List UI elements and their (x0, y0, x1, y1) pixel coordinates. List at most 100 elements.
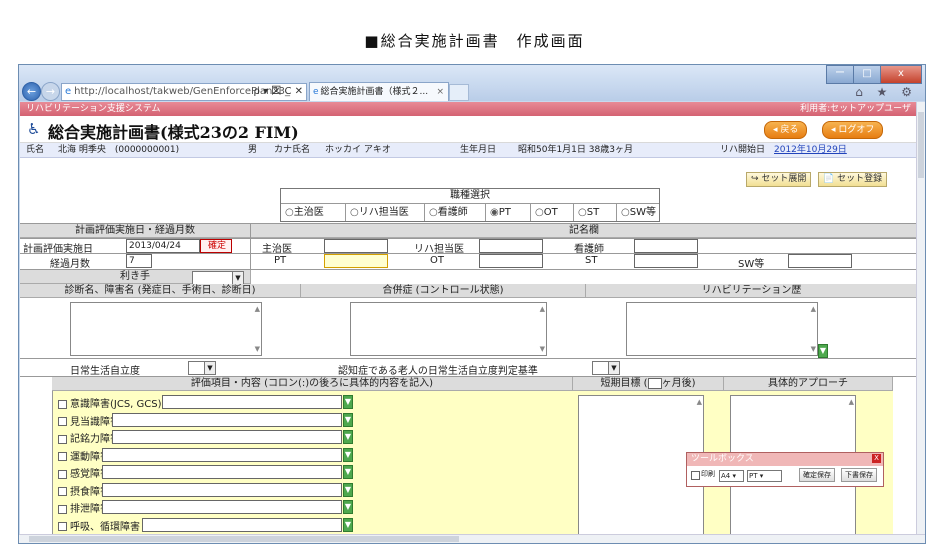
rehab-start-label: リハ開始日 (720, 145, 766, 155)
document-title: ■総合実施計画書 作成画面 (364, 32, 585, 50)
eval-item-checkbox[interactable] (58, 504, 67, 514)
rehab-history-header: リハビリテーション歴 (586, 284, 917, 298)
template-down-icon[interactable]: ▼ (343, 517, 353, 532)
sw-label: SW等 (738, 259, 765, 270)
horizontal-scrollbar[interactable] (19, 534, 925, 543)
job-select-header: 職種選択 (281, 189, 659, 204)
radio-icon: ○ (285, 207, 294, 218)
handedness-select[interactable]: ▼ (192, 271, 244, 285)
eval-item-input[interactable] (162, 395, 342, 409)
eval-date-input[interactable]: 2013/04/24 (126, 239, 200, 253)
eval-item-input[interactable] (102, 465, 342, 479)
vertical-scrollbar[interactable] (916, 102, 925, 535)
toolbox-close-icon[interactable]: X (872, 454, 881, 463)
scroll-up-icon: ▲ (848, 398, 854, 406)
template-down-icon[interactable]: ▼ (818, 344, 828, 358)
minimize-button[interactable]: ー (826, 65, 854, 84)
paper-value: A4 (721, 472, 731, 480)
template-down-icon[interactable]: ▼ (343, 465, 353, 479)
set-expand-button[interactable]: ↪ セット展開 (746, 172, 812, 187)
maximize-button[interactable]: □ (853, 65, 881, 84)
ot-label: OT (430, 255, 444, 266)
job-option-radio[interactable]: ○リハ担当医 (346, 204, 425, 221)
role-select[interactable]: PT ▾ (747, 470, 782, 482)
eval-item-checkbox[interactable] (58, 399, 67, 409)
independence-select[interactable]: ▼ (188, 361, 216, 375)
template-down-icon[interactable]: ▼ (343, 447, 353, 462)
paper-select[interactable]: A4 ▾ (719, 470, 744, 482)
job-option-radio[interactable]: ○ST (574, 204, 617, 221)
browser-toolbar-icons[interactable]: ⌂ ★ ⚙ (855, 85, 917, 99)
job-option-label: SW等 (629, 207, 656, 218)
eval-item-checkbox[interactable] (58, 522, 67, 531)
job-option-radio[interactable]: ○主治医 (281, 204, 346, 221)
eval-item-checkbox[interactable] (58, 434, 67, 444)
st-label: ST (585, 255, 598, 266)
ot-input[interactable] (479, 254, 543, 268)
new-tab-button[interactable] (449, 84, 469, 101)
rehab-history-textarea[interactable]: ▲ ▼ (626, 302, 818, 356)
eval-item-input[interactable] (112, 430, 342, 444)
sw-input[interactable] (788, 254, 852, 268)
job-options: ○主治医 ○リハ担当医 ○看護師 ◉PT ○OT ○ST ○SW等 (281, 204, 659, 221)
dementia-label: 認知症である老人の日常生活自立度判定基準 (338, 366, 538, 377)
forward-arrow-icon[interactable]: → (41, 82, 60, 101)
back-arrow-icon[interactable]: ← (22, 82, 41, 101)
short-goal-prefix: 短期目標 ( (600, 378, 648, 389)
tab-title: 総合実施計画書（様式２... (320, 87, 429, 97)
job-option-label: リハ担当医 (358, 207, 409, 218)
months-input[interactable]: 7 (126, 254, 152, 268)
job-option-radio[interactable]: ◉PT (486, 204, 531, 221)
rehab-doctor-input[interactable] (479, 239, 543, 253)
kana-label: カナ氏名 (274, 145, 311, 155)
job-option-radio[interactable]: ○SW等 (617, 204, 675, 221)
page-content: リハビリテーション支援システム 利用者:セットアップユーザ ♿ 総合実施計画書(… (20, 102, 917, 535)
eval-item-input[interactable] (112, 412, 342, 427)
template-down-icon[interactable]: ▼ (343, 430, 353, 444)
name-label: 氏名 (26, 145, 45, 155)
eval-item-checkbox[interactable] (58, 417, 67, 426)
print-checkbox[interactable] (691, 471, 700, 480)
pt-input[interactable] (324, 254, 388, 268)
template-down-icon[interactable]: ▼ (343, 412, 353, 427)
eval-item-checkbox[interactable] (58, 452, 67, 461)
template-down-icon[interactable]: ▼ (343, 482, 353, 497)
complication-textarea[interactable]: ▲ ▼ (350, 302, 547, 356)
eval-item-checkbox[interactable] (58, 469, 67, 479)
eval-item-input[interactable] (102, 482, 342, 497)
eval-item-input[interactable] (102, 447, 342, 462)
set-register-button[interactable]: 📄 セット登録 (818, 172, 888, 187)
short-goal-months-input[interactable] (647, 377, 662, 389)
address-tools[interactable]: ρ ▾ 図 C ✕ (254, 84, 303, 100)
approach-header: 具体的アプローチ (724, 377, 893, 391)
tab-close-icon[interactable]: × (436, 83, 444, 101)
chevron-down-icon: ▼ (204, 362, 215, 374)
address-bar[interactable]: e http://localhost/takweb/GenEnforcePlan2… (61, 83, 307, 101)
nurse-input[interactable] (634, 239, 698, 253)
doctor-input[interactable] (324, 239, 388, 253)
logoff-button[interactable]: ◂ ログオフ (822, 121, 884, 139)
confirm-save-button[interactable]: 確定保存 (799, 468, 835, 482)
job-option-radio[interactable]: ○OT (531, 204, 574, 221)
st-input[interactable] (634, 254, 698, 268)
radio-icon: ○ (535, 207, 544, 218)
rehab-start-link[interactable]: 2012年10月29日 (774, 143, 847, 157)
template-down-icon[interactable]: ▼ (343, 500, 353, 514)
scroll-thumb[interactable] (29, 536, 459, 542)
dementia-select[interactable]: ▼ (592, 361, 620, 375)
eval-item-input[interactable] (102, 500, 342, 514)
scroll-thumb[interactable] (918, 112, 924, 178)
diagnosis-textarea[interactable]: ▲ ▼ (70, 302, 262, 356)
confirm-date-button[interactable]: 確定 (200, 239, 232, 253)
template-down-icon[interactable]: ▼ (343, 395, 353, 409)
chevron-down-icon: ▼ (608, 362, 619, 374)
job-option-radio[interactable]: ○看護師 (425, 204, 486, 221)
scroll-down-icon: ▼ (810, 345, 816, 353)
back-button[interactable]: ◂ 戻る (764, 121, 808, 139)
eval-item-checkbox[interactable] (58, 487, 67, 496)
eval-item-input[interactable] (142, 517, 342, 532)
close-window-button[interactable]: x (880, 65, 922, 84)
eval-item-label: 意識障害(JCS, GCS) : (70, 399, 169, 410)
browser-tab[interactable]: e 総合実施計画書（様式２... × (309, 82, 449, 101)
draft-save-button[interactable]: 下書保存 (841, 468, 877, 482)
